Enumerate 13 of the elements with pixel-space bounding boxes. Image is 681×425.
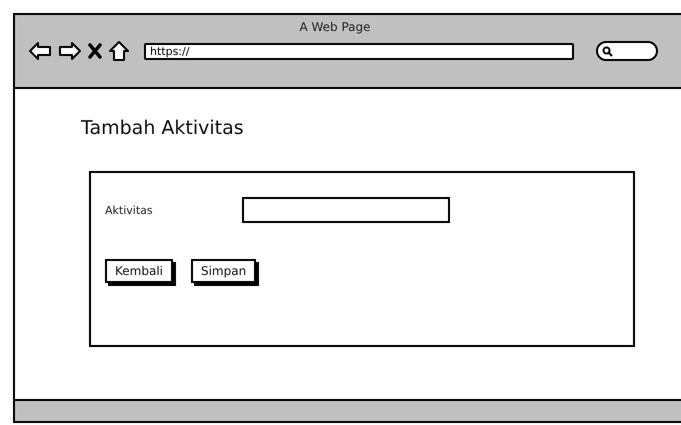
address-bar[interactable]: https://: [144, 42, 574, 60]
page-heading: Tambah Aktivitas: [81, 117, 244, 139]
close-icon[interactable]: [88, 43, 102, 59]
window-title: A Web Page: [299, 20, 371, 34]
field-label: Aktivitas: [105, 204, 154, 216]
forward-arrow-icon[interactable]: [58, 41, 82, 61]
search-field[interactable]: [596, 41, 658, 61]
back-arrow-icon[interactable]: [28, 41, 52, 61]
input-field[interactable]: [242, 197, 450, 223]
home-icon[interactable]: [108, 40, 130, 62]
form-button[interactable]: Kembali: [105, 259, 173, 283]
form-button[interactable]: Simpan: [190, 259, 256, 283]
search-icon: [602, 46, 613, 56]
